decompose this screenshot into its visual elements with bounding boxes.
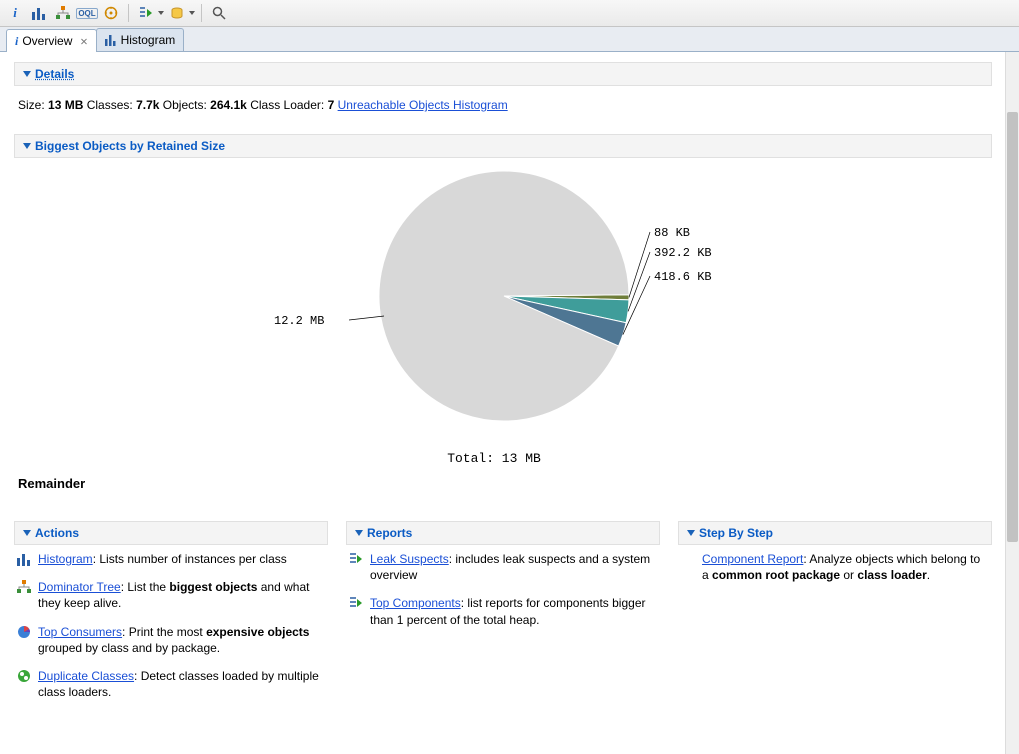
col-actions: Actions Histogram: Lists number of insta… — [14, 521, 328, 706]
text: biggest objects — [169, 580, 257, 594]
text: or — [840, 568, 857, 582]
text: class loader — [857, 568, 926, 582]
slice-label: 392.2 KB — [654, 246, 712, 260]
pie-svg — [14, 166, 974, 446]
dominator-tree-icon[interactable] — [52, 2, 74, 24]
action-top-consumers: Top Consumers: Print the most expensive … — [14, 618, 328, 662]
step-link[interactable]: Component Report — [702, 552, 803, 566]
col-step: Step By Step Component Report: Analyze o… — [678, 521, 992, 706]
toolbar-separator — [201, 4, 202, 22]
histogram-icon — [16, 551, 32, 567]
content-scroll[interactable]: Details Size: 13 MB Classes: 7.7k Object… — [0, 52, 1006, 754]
text: grouped by class and by package. — [38, 641, 220, 655]
disclosure-triangle-icon — [23, 143, 31, 149]
text: : Lists number of instances per class — [93, 552, 287, 566]
slice-label: 88 KB — [654, 226, 690, 240]
pie-chart: 12.2 MB 88 KB 392.2 KB 418.6 KB Total: 1… — [14, 166, 974, 466]
tab-strip: i Overview ✕ Histogram — [0, 27, 1019, 52]
value: 7 — [328, 98, 335, 112]
unreachable-link[interactable]: Unreachable Objects Histogram — [338, 98, 508, 112]
disclosure-triangle-icon — [23, 71, 31, 77]
section-title: Reports — [367, 526, 412, 540]
action-histogram: Histogram: Lists number of instances per… — [14, 545, 328, 573]
search-icon[interactable] — [208, 2, 230, 24]
query-browser-button[interactable] — [166, 2, 195, 24]
slice-label: 418.6 KB — [654, 270, 712, 284]
app-root: i OQL — [0, 0, 1019, 754]
section-reports-header[interactable]: Reports — [346, 521, 660, 545]
section-title: Details — [35, 67, 74, 81]
oql-icon[interactable]: OQL — [76, 2, 98, 24]
action-link[interactable]: Duplicate Classes — [38, 669, 134, 683]
disclosure-triangle-icon — [355, 530, 363, 536]
section-step-header[interactable]: Step By Step — [678, 521, 992, 545]
label: Size: — [18, 98, 45, 112]
pie-total: Total: 13 MB — [14, 451, 974, 466]
info-icon[interactable]: i — [4, 2, 26, 24]
tab-label: Overview — [22, 34, 72, 48]
info-icon: i — [15, 34, 18, 49]
text: . — [927, 568, 930, 582]
tab-label: Histogram — [121, 33, 176, 47]
section-title: Actions — [35, 526, 79, 540]
section-title: Step By Step — [699, 526, 773, 540]
columns: Actions Histogram: Lists number of insta… — [14, 521, 992, 706]
value: 7.7k — [136, 98, 159, 112]
text: expensive objects — [206, 625, 309, 639]
blank-icon — [680, 551, 696, 567]
text: common root package — [712, 568, 840, 582]
action-link[interactable]: Histogram — [38, 552, 93, 566]
action-link[interactable]: Dominator Tree — [38, 580, 121, 594]
toolbar-separator — [128, 4, 129, 22]
action-duplicate-classes: Duplicate Classes: Detect classes loaded… — [14, 662, 328, 706]
section-details-header[interactable]: Details — [14, 62, 992, 86]
report-link[interactable]: Leak Suspects — [370, 552, 449, 566]
histogram-icon[interactable] — [28, 2, 50, 24]
chevron-down-icon — [158, 11, 164, 15]
action-dominator-tree: Dominator Tree: List the biggest objects… — [14, 573, 328, 617]
slice-label: 12.2 MB — [274, 314, 324, 328]
col-reports: Reports Leak Suspects: includes leak sus… — [346, 521, 660, 706]
tab-histogram[interactable]: Histogram — [96, 28, 185, 51]
report-icon — [348, 551, 364, 567]
label: Class Loader: — [250, 98, 324, 112]
report-leak-suspects: Leak Suspects: includes leak suspects an… — [346, 545, 660, 589]
thread-overview-icon[interactable] — [100, 2, 122, 24]
section-biggest-header[interactable]: Biggest Objects by Retained Size — [14, 134, 992, 158]
duplicate-icon — [16, 668, 32, 684]
label: Objects: — [163, 98, 207, 112]
main-area: Details Size: 13 MB Classes: 7.7k Object… — [0, 52, 1019, 754]
section-actions-header[interactable]: Actions — [14, 521, 328, 545]
scrollbar-thumb[interactable] — [1007, 112, 1018, 542]
report-link[interactable]: Top Components — [370, 596, 461, 610]
text: : Print the most — [122, 625, 206, 639]
tab-overview[interactable]: i Overview ✕ — [6, 29, 97, 52]
step-component-report: Component Report: Analyze objects which … — [678, 545, 992, 589]
remainder-label: Remainder — [18, 476, 992, 491]
close-icon[interactable]: ✕ — [80, 34, 87, 48]
value: 13 MB — [48, 98, 83, 112]
report-top-components: Top Components: list reports for compone… — [346, 589, 660, 633]
disclosure-triangle-icon — [23, 530, 31, 536]
report-icon — [348, 595, 364, 611]
tree-icon — [16, 579, 32, 595]
label: Classes: — [87, 98, 133, 112]
text: : List the — [121, 580, 170, 594]
main-toolbar: i OQL — [0, 0, 1019, 27]
pie-icon — [16, 624, 32, 640]
disclosure-triangle-icon — [687, 530, 695, 536]
details-line: Size: 13 MB Classes: 7.7k Objects: 264.1… — [14, 86, 992, 112]
vertical-scrollbar[interactable] — [1005, 52, 1019, 754]
action-link[interactable]: Top Consumers — [38, 625, 122, 639]
section-title: Biggest Objects by Retained Size — [35, 139, 225, 153]
run-report-button[interactable] — [135, 2, 164, 24]
value: 264.1k — [210, 98, 247, 112]
chevron-down-icon — [189, 11, 195, 15]
histogram-icon — [105, 34, 117, 46]
